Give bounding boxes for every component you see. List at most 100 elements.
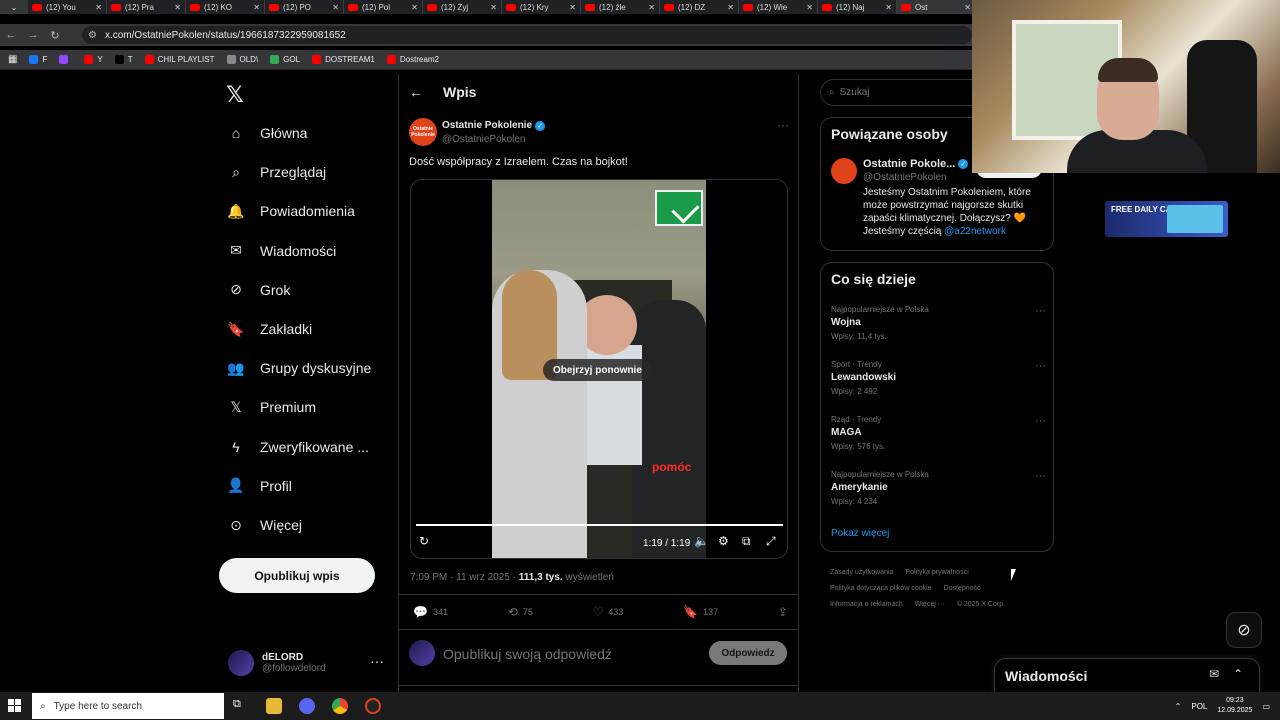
reload-icon[interactable]: ↻ <box>44 29 66 42</box>
picture-in-picture-icon[interactable]: ⧉ <box>742 534 751 549</box>
back-icon[interactable]: ← <box>0 29 22 41</box>
tab-close-icon[interactable]: ✕ <box>490 3 497 12</box>
tab-close-icon[interactable]: ✕ <box>964 3 971 12</box>
sidebar-item[interactable]: 👤 Profil <box>226 471 292 501</box>
related-name[interactable]: Ostatnie Pokole... ✓ <box>863 158 969 170</box>
video-player[interactable]: pomóc Obejrzyj ponownie ↻ 1:19 / 1:19 🔈 … <box>410 179 788 559</box>
repost-action[interactable]: ⟲ 75 <box>508 605 533 619</box>
replay-button[interactable]: Obejrzyj ponownie <box>543 359 652 381</box>
bookmark-item[interactable]: Y <box>84 55 103 64</box>
back-arrow-icon[interactable]: ← <box>409 84 423 100</box>
browser-tab[interactable]: (12) źle ✕ <box>581 0 660 14</box>
browser-tab[interactable]: (12) Pra ✕ <box>107 0 186 14</box>
trend-item[interactable]: Sport · Trendy Lewandowski Wpisy: 2 492 ··· <box>831 360 1046 406</box>
taskbar-search-input[interactable]: ⌕ Type here to search <box>32 693 224 719</box>
browser-tab[interactable]: Ost ✕ <box>897 0 976 14</box>
apps-grid-icon[interactable]: ▦ <box>8 54 17 65</box>
browser-tab[interactable]: (12) Żyj ✕ <box>423 0 502 14</box>
fullscreen-icon[interactable]: ⤢ <box>766 534 776 549</box>
sidebar-item[interactable]: ⊘ Grok <box>226 275 290 305</box>
sidebar-item[interactable]: 𝕏 Premium <box>226 392 316 422</box>
footer-link[interactable]: Dostępność <box>944 585 981 592</box>
trend-more-icon[interactable]: ··· <box>1035 470 1046 482</box>
sidebar-item[interactable]: 🔖 Zakładki <box>226 314 312 344</box>
tab-close-icon[interactable]: ✕ <box>727 3 734 12</box>
reply-action[interactable]: 💬 341 <box>413 605 448 619</box>
related-handle[interactable]: @OstatniePokolen <box>863 172 947 183</box>
free-daily-case-ad[interactable]: FREE DAILY CASE <box>1105 201 1228 237</box>
discord-icon[interactable] <box>299 698 315 714</box>
tab-close-icon[interactable]: ✕ <box>411 3 418 12</box>
bookmark-item[interactable]: Dostream2 <box>386 55 439 64</box>
trend-more-icon[interactable]: ··· <box>1035 415 1046 427</box>
browser-tab[interactable]: (12) Pol ✕ <box>344 0 423 14</box>
browser-tab[interactable]: (12) Wie ✕ <box>739 0 818 14</box>
grok-floating-button[interactable]: ⊘ <box>1226 612 1262 648</box>
messages-drawer[interactable]: Wiadomości ✉ ⌃ <box>994 658 1260 692</box>
replay-icon[interactable]: ↻ <box>419 534 429 548</box>
expand-chevron-icon[interactable]: ⌃ <box>1233 667 1243 681</box>
footer-link[interactable]: Zasady użytkowania <box>830 569 893 576</box>
browser-tab[interactable]: (12) PO ✕ <box>265 0 344 14</box>
notifications-icon[interactable]: ▭ <box>1262 702 1270 711</box>
sidebar-item[interactable]: ⌂ Główna <box>226 118 308 148</box>
post-button[interactable]: Opublikuj wpis <box>219 558 375 593</box>
volume-icon[interactable]: 🔈 <box>694 534 709 548</box>
footer-link[interactable]: Polityka prywatności <box>905 569 968 576</box>
browser-tab[interactable]: (12) KO ✕ <box>186 0 265 14</box>
tab-close-icon[interactable]: ✕ <box>648 3 655 12</box>
trend-more-icon[interactable]: ··· <box>1035 305 1046 317</box>
sidebar-item[interactable]: 🔔 Powiadomienia <box>226 196 355 226</box>
bookmark-item[interactable]: CHIL PLAYLIST <box>144 55 215 64</box>
tab-close-icon[interactable]: ✕ <box>174 3 181 12</box>
account-switcher[interactable]: dELORD @followdelord ··· <box>228 647 388 679</box>
tab-close-icon[interactable]: ✕ <box>885 3 892 12</box>
bookmark-item[interactable]: GOL <box>270 55 300 64</box>
new-message-icon[interactable]: ✉ <box>1209 667 1219 681</box>
browser-tab[interactable]: (12) You ✕ <box>28 0 107 14</box>
bookmark-item[interactable]: F <box>29 55 47 64</box>
trend-more-icon[interactable]: ··· <box>1035 360 1046 372</box>
reply-input[interactable]: Opublikuj swoją odpowiedź <box>443 646 612 662</box>
windows-start-icon[interactable] <box>8 699 22 713</box>
trend-item[interactable]: Najpopularniejsze w Polska Amerykanie Wpis… <box>831 470 1046 516</box>
x-logo-icon[interactable]: 𝕏 <box>226 82 244 108</box>
address-bar[interactable]: ⚙ x.com/OstatniePokolen/status/196618732… <box>82 26 972 44</box>
clock[interactable]: 09:23 12.09.2025 <box>1217 696 1252 716</box>
show-more-link[interactable]: Pokaż więcej <box>831 528 889 539</box>
browser-tab[interactable]: (12) Kry ✕ <box>502 0 581 14</box>
related-avatar[interactable] <box>831 158 857 184</box>
browser-tab[interactable]: (12) Naj ✕ <box>818 0 897 14</box>
settings-gear-icon[interactable]: ⚙ <box>718 534 729 548</box>
trend-item[interactable]: Rząd · Trendy MAGA Wpisy: 576 tys. ··· <box>831 415 1046 461</box>
reply-button[interactable]: Odpowiedz <box>709 641 787 665</box>
obs-icon[interactable] <box>365 698 381 714</box>
sidebar-item[interactable]: ✉ Wiadomości <box>226 236 336 266</box>
sidebar-item[interactable]: 👥 Grupy dyskusyjne <box>226 353 371 383</box>
tab-close-icon[interactable]: ✕ <box>806 3 813 12</box>
tray-chevron-icon[interactable]: ⌃ <box>1175 702 1182 711</box>
task-view-icon[interactable]: ⧉ <box>233 698 249 714</box>
tab-search-button[interactable]: ⌄ <box>0 0 28 14</box>
bookmark-action[interactable]: 🔖 137 <box>683 605 718 619</box>
like-action[interactable]: ♡ 433 <box>593 605 624 619</box>
tab-close-icon[interactable]: ✕ <box>569 3 576 12</box>
author-handle[interactable]: @OstatniePokolen <box>442 134 526 145</box>
share-action[interactable]: ⇪ <box>778 605 788 619</box>
site-info-icon[interactable]: ⚙ <box>88 30 97 41</box>
tab-close-icon[interactable]: ✕ <box>332 3 339 12</box>
forward-icon[interactable]: → <box>22 29 44 41</box>
footer-link[interactable]: Polityka dotycząca plików cookie <box>830 585 932 592</box>
related-bio-link[interactable]: @a22network <box>944 226 1006 237</box>
author-avatar[interactable]: Ostatnie Pokolenie <box>409 118 437 146</box>
footer-link[interactable]: © 2025 X Corp. <box>957 601 1005 608</box>
bookmark-item[interactable]: OLD\ <box>226 55 258 64</box>
sidebar-item[interactable]: ϟ Zweryfikowane ... <box>226 432 369 462</box>
bookmark-item[interactable]: T <box>114 55 133 64</box>
video-progress-bar[interactable] <box>416 524 783 526</box>
language-indicator[interactable]: POL <box>1191 702 1207 711</box>
post-more-icon[interactable]: ··· <box>777 118 789 132</box>
tab-close-icon[interactable]: ✕ <box>95 3 102 12</box>
footer-link[interactable]: Więcej ··· <box>915 601 945 608</box>
more-dots-icon[interactable]: ··· <box>370 653 384 669</box>
